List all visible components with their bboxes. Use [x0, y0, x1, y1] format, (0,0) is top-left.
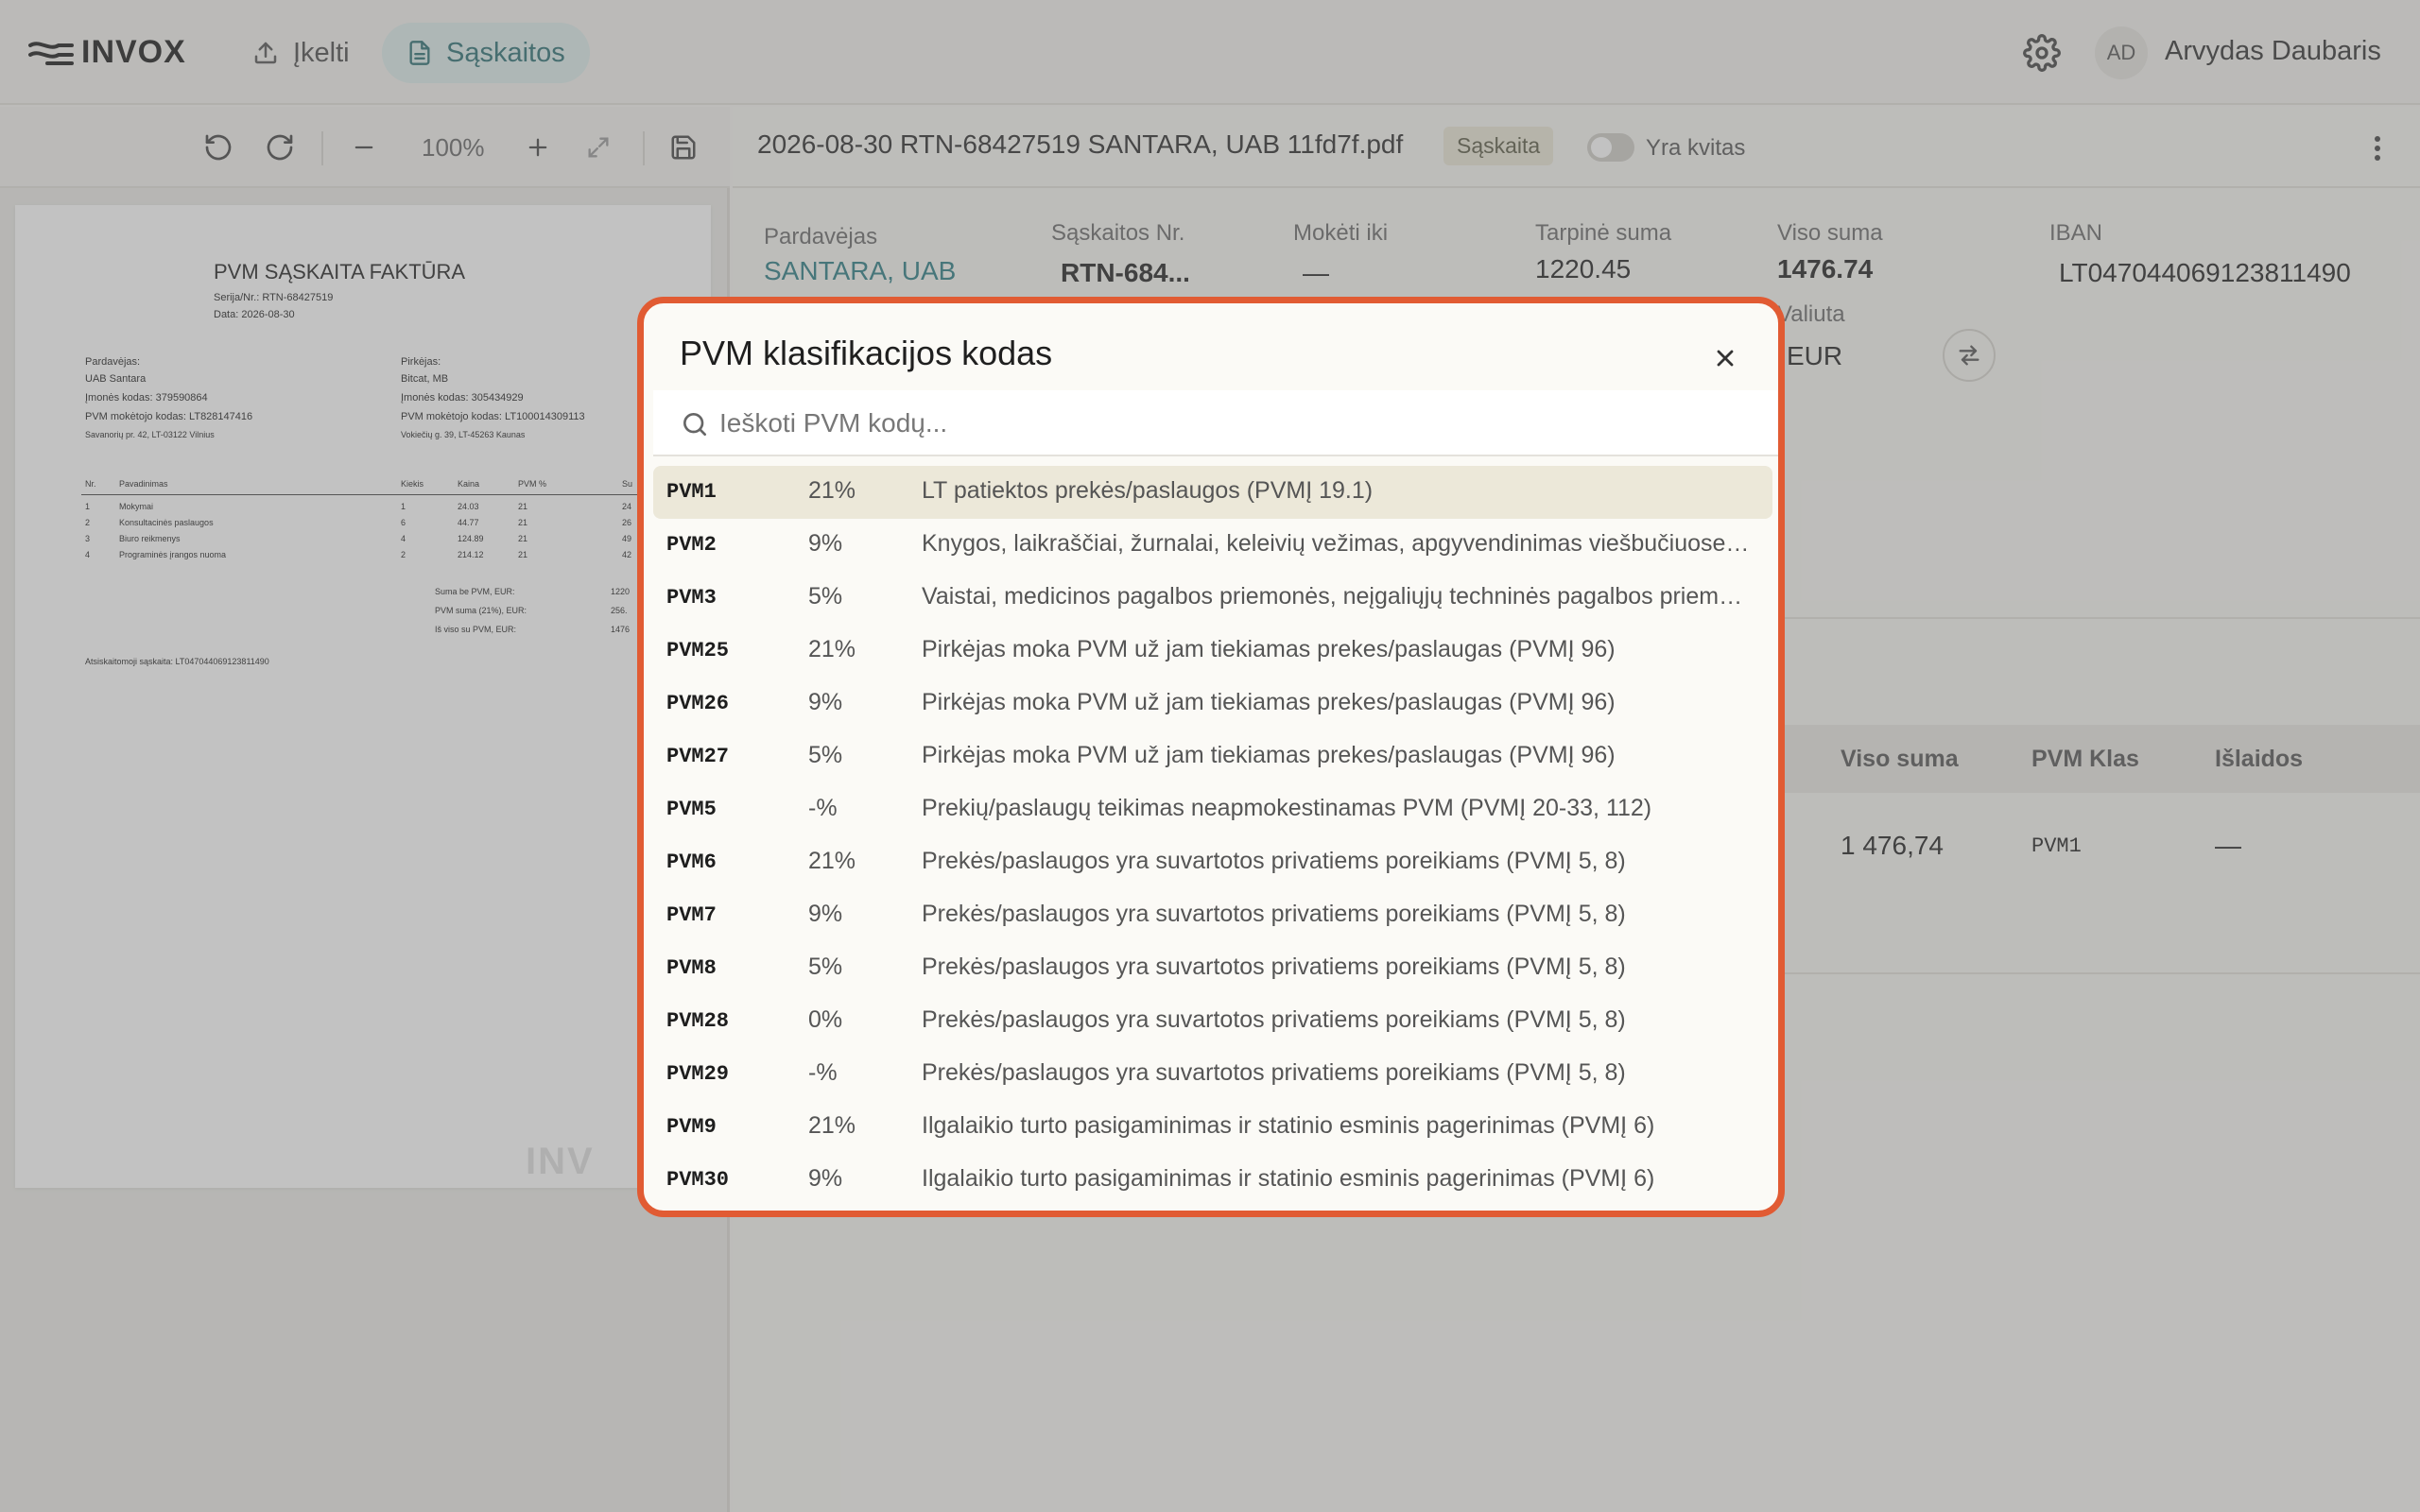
vat-rate: 9% — [808, 530, 843, 557]
vat-code: PVM29 — [666, 1062, 730, 1086]
list-item[interactable]: PVM1 21% LT patiektos prekės/paslaugos (… — [653, 466, 1772, 519]
list-item[interactable]: PVM5 -% Prekių/paslaugų teikimas neapmok… — [653, 783, 1772, 836]
list-item[interactable]: PVM29 -% Prekės/paslaugos yra suvartotos… — [653, 1048, 1772, 1101]
list-item[interactable]: PVM27 5% Pirkėjas moka PVM už jam tiekia… — [653, 730, 1772, 783]
vat-code: PVM26 — [666, 692, 730, 715]
search-bar — [653, 390, 1778, 456]
list-item[interactable]: PVM7 9% Prekės/paslaugos yra suvartotos … — [653, 889, 1772, 942]
vat-code: PVM28 — [666, 1009, 730, 1033]
vat-description: Pirkėjas moka PVM už jam tiekiamas preke… — [922, 742, 1616, 768]
vat-code: PVM6 — [666, 850, 717, 874]
vat-description: Pirkėjas moka PVM už jam tiekiamas preke… — [922, 689, 1616, 715]
close-button[interactable] — [1708, 341, 1742, 375]
vat-description: Prekių/paslaugų teikimas neapmokestinama… — [922, 795, 1652, 821]
vat-rate: 9% — [808, 689, 843, 715]
vat-rate: 5% — [808, 583, 843, 610]
vat-rate: 5% — [808, 742, 843, 768]
vat-rate: 9% — [808, 901, 843, 927]
vat-rate: 21% — [808, 1112, 856, 1139]
vat-code: PVM8 — [666, 956, 717, 980]
vat-description: Prekės/paslaugos yra suvartotos privatie… — [922, 1059, 1626, 1086]
vat-code: PVM27 — [666, 745, 730, 768]
vat-rate: 0% — [808, 1006, 843, 1033]
search-icon — [683, 413, 706, 436]
vat-rate: 21% — [808, 848, 856, 874]
vat-description: LT patiektos prekės/paslaugos (PVMĮ 19.1… — [922, 477, 1374, 504]
vat-description: Prekės/paslaugos yra suvartotos privatie… — [922, 901, 1626, 927]
vat-rate: 5% — [808, 954, 843, 980]
vat-description: Prekės/paslaugos yra suvartotos privatie… — [922, 954, 1626, 980]
vat-code: PVM3 — [666, 586, 717, 610]
vat-code: PVM7 — [666, 903, 717, 927]
vat-description: Prekės/paslaugos yra suvartotos privatie… — [922, 848, 1626, 874]
vat-description: Prekės/paslaugos yra suvartotos privatie… — [922, 1006, 1626, 1033]
vat-rate: -% — [808, 1059, 838, 1086]
vat-rate: -% — [808, 795, 838, 821]
vat-rate: 9% — [808, 1165, 843, 1192]
list-item[interactable]: PVM28 0% Prekės/paslaugos yra suvartotos… — [653, 995, 1772, 1048]
vat-code: PVM5 — [666, 798, 717, 821]
vat-rate: 21% — [808, 636, 856, 662]
vat-code: PVM1 — [666, 480, 717, 504]
vat-code: PVM25 — [666, 639, 730, 662]
vat-code: PVM2 — [666, 533, 717, 557]
vat-description: Pirkėjas moka PVM už jam tiekiamas preke… — [922, 636, 1616, 662]
modal-title: PVM klasifikacijos kodas — [680, 334, 1053, 372]
vat-description: Knygos, laikraščiai, žurnalai, keleivių … — [922, 530, 1754, 557]
vat-code: PVM30 — [666, 1168, 730, 1192]
vat-description: Ilgalaikio turto pasigaminimas ir statin… — [922, 1165, 1655, 1192]
list-item[interactable]: PVM2 9% Knygos, laikraščiai, žurnalai, k… — [653, 519, 1772, 572]
vat-code-list: PVM1 21% LT patiektos prekės/paslaugos (… — [653, 466, 1778, 1211]
vat-rate: 21% — [808, 477, 856, 504]
list-item[interactable]: PVM6 21% Prekės/paslaugos yra suvartotos… — [653, 836, 1772, 889]
vat-description: Ilgalaikio turto pasigaminimas ir statin… — [922, 1112, 1655, 1139]
list-item[interactable]: PVM26 9% Pirkėjas moka PVM už jam tiekia… — [653, 678, 1772, 730]
search-input[interactable] — [719, 404, 1759, 443]
list-item[interactable]: PVM9 21% Ilgalaikio turto pasigaminimas … — [653, 1101, 1772, 1154]
close-icon — [1717, 350, 1734, 367]
list-item[interactable]: PVM8 5% Prekės/paslaugos yra suvartotos … — [653, 942, 1772, 995]
list-item[interactable]: PVM30 9% Ilgalaikio turto pasigaminimas … — [653, 1154, 1772, 1207]
list-item[interactable]: PVM25 21% Pirkėjas moka PVM už jam tieki… — [653, 625, 1772, 678]
list-item[interactable]: PVM3 5% Vaistai, medicinos pagalbos prie… — [653, 572, 1772, 625]
vat-description: Vaistai, medicinos pagalbos priemonės, n… — [922, 583, 1754, 610]
vat-code-modal: PVM klasifikacijos kodas PVM1 21% LT pat… — [637, 297, 1785, 1217]
vat-code: PVM9 — [666, 1115, 717, 1139]
